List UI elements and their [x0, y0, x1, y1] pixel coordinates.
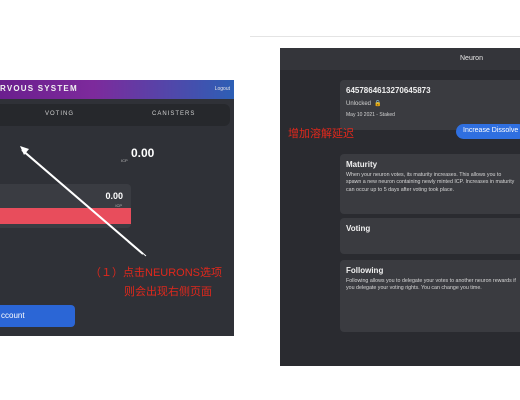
neuron-info-card: 6457864613270645873 Unlocked 🔒 May 10 202…	[340, 80, 520, 130]
highlight-bar	[0, 208, 131, 224]
following-title: Following	[346, 266, 384, 275]
lock-status-label: Unlocked	[346, 101, 372, 107]
following-card: Following Following allows you to delega…	[340, 260, 520, 332]
staked-date: May 10 2021 - Staked	[346, 112, 395, 118]
increase-dissolve-label: Increase Dissolve	[463, 127, 519, 134]
logout-link[interactable]: Logout	[215, 86, 230, 92]
app-header-bar: RVOUS SYSTEM Logout	[0, 80, 234, 99]
balance-unit: ICP	[121, 158, 128, 163]
tab-voting[interactable]: VOTING	[45, 111, 74, 117]
annotation-step-one-line2: 则会出现右侧页面	[124, 286, 212, 298]
tab-canisters[interactable]: CANISTERS	[152, 111, 195, 117]
lock-icon: 🔒	[374, 101, 382, 107]
account-balance: 0.00	[105, 191, 123, 201]
neuron-id: 6457864613270645873	[346, 86, 431, 95]
neuron-panel-header: Neuron	[280, 48, 520, 70]
create-account-button[interactable]: ccount	[0, 305, 75, 327]
annotation-increase-delay: 增加溶解延迟	[288, 128, 354, 140]
annotation-step-one: （１）点击NEURONS选项	[90, 267, 223, 279]
total-balance: 0.00	[131, 146, 155, 160]
create-account-label: ccount	[1, 311, 25, 320]
voting-title: Voting	[346, 224, 371, 233]
maturity-card: Maturity When your neuron votes, its mat…	[340, 154, 520, 214]
increase-dissolve-delay-button[interactable]: Increase Dissolve	[456, 124, 520, 139]
voting-card: Voting	[340, 218, 520, 254]
lock-status: Unlocked 🔒	[346, 100, 382, 107]
following-description: Following allows you to delegate your vo…	[346, 278, 516, 292]
maturity-title: Maturity	[346, 160, 378, 169]
page-divider	[250, 36, 520, 37]
maturity-description: When your neuron votes, its maturity inc…	[346, 172, 515, 193]
neuron-panel-screenshot: Neuron 6457864613270645873 Unlocked 🔒 May…	[280, 48, 520, 366]
panel-title: Neuron	[460, 55, 483, 62]
nav-tabs: VOTING CANISTERS	[0, 104, 230, 126]
app-title: RVOUS SYSTEM	[0, 84, 78, 93]
